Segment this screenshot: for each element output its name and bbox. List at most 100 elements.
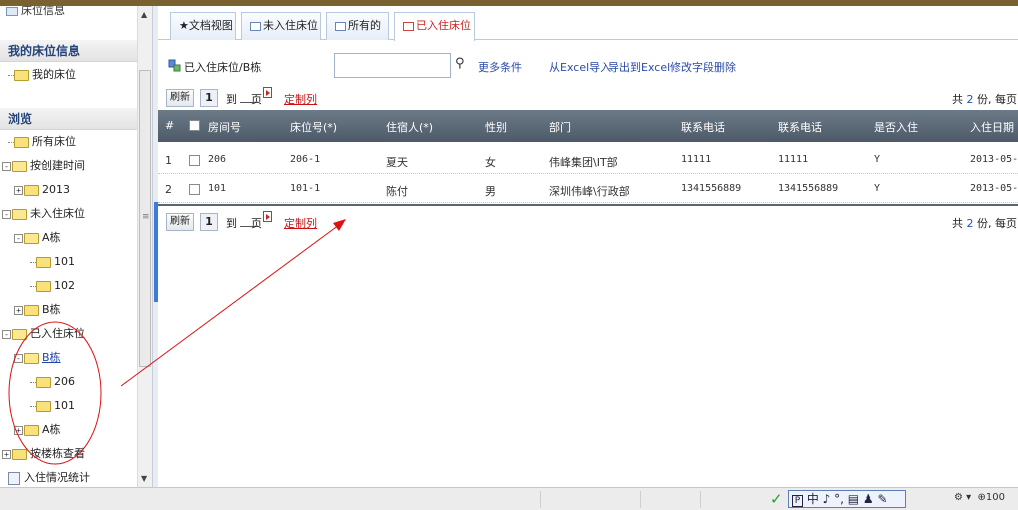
table-row[interactable]: 1 206 206-1 夏天 女 伟峰集团\IT部 11111 11111 Y … (158, 146, 1018, 174)
folder-icon (36, 280, 51, 292)
export-excel-link[interactable]: 导出到Excel (608, 59, 670, 75)
cell-phone-2: 11111 (778, 154, 809, 165)
cell-phone-1: 1341556889 (681, 183, 742, 194)
row-checkbox[interactable] (189, 184, 200, 195)
row-checkbox[interactable] (189, 155, 200, 166)
zoom-control[interactable]: ⚙ ▾ ⊕100 (954, 492, 1005, 503)
expand-icon[interactable]: + (14, 185, 23, 195)
tree-item-building-a[interactable]: - A栋 (14, 229, 61, 247)
left-navigation-panel: 床位信息 我的床位信息 我的床位 浏览 所有床位 - 按创建时间 +2013 -未… (0, 6, 152, 487)
table-row[interactable]: 2 101 101-1 陈付 男 深圳伟峰\行政部 1341556889 134… (158, 175, 1018, 203)
check-icon: ✓ (770, 490, 783, 508)
tab-all[interactable]: 所有的 (326, 12, 389, 40)
column-header-department[interactable]: 部门 (549, 119, 571, 135)
go-page-icon[interactable] (263, 211, 272, 222)
left-panel-scrollbar[interactable]: ▲ ≡ ▼ (137, 6, 152, 487)
tree-item-by-created[interactable]: - 按创建时间 (2, 157, 85, 175)
folder-open-icon (12, 160, 27, 172)
cell-department: 伟峰集团\IT部 (549, 156, 618, 169)
go-page-icon[interactable] (263, 87, 272, 98)
status-divider (540, 491, 541, 508)
refresh-button[interactable]: 刷新 (166, 213, 194, 231)
folder-icon (14, 136, 29, 148)
search-icon[interactable]: ⚲ (455, 56, 465, 71)
ime-toolbar[interactable]: P 中 ♪ °, ▤ ♟ ✎ (788, 490, 906, 508)
expand-icon[interactable]: + (14, 305, 23, 315)
modify-field-link[interactable]: 修改字段 (670, 59, 714, 75)
tree-item-building-b[interactable]: + B栋 (14, 301, 61, 319)
cell-checkin-date: 2013-05-13 (970, 183, 1018, 194)
tree-item-all-beds[interactable]: 所有床位 (8, 133, 76, 151)
my-beds-header[interactable]: 我的床位信息 (0, 40, 137, 62)
status-bar: ✓ P 中 ♪ °, ▤ ♟ ✎ ⚙ ▾ ⊕100 (0, 487, 1018, 510)
current-page: 1 (200, 89, 218, 107)
more-conditions-link[interactable]: 更多条件 (478, 59, 522, 75)
cell-room: 101 (208, 183, 227, 194)
scroll-up-icon[interactable]: ▲ (141, 10, 147, 19)
customize-columns-link[interactable]: 定制列 (284, 91, 317, 107)
cell-gender: 女 (485, 156, 496, 169)
tree-item-occupied-building-b[interactable]: - B栋 (14, 349, 61, 367)
column-header-phone-2[interactable]: 联系电话 (778, 119, 822, 135)
collapse-icon[interactable]: - (2, 161, 11, 171)
cell-index: 2 (165, 183, 172, 196)
column-header-room[interactable]: 房间号 (208, 119, 241, 135)
collapse-icon[interactable]: - (2, 209, 11, 219)
tree-item-room-102[interactable]: 102 (30, 277, 75, 295)
collapse-icon[interactable]: - (2, 329, 11, 339)
status-divider (640, 491, 641, 508)
folder-icon (12, 448, 27, 460)
customize-columns-link[interactable]: 定制列 (284, 215, 317, 231)
cell-occupant: 陈付 (386, 185, 408, 198)
tree-item-bed-info[interactable]: 床位信息 (6, 6, 65, 18)
column-header-checked-in[interactable]: 是否入住 (874, 119, 918, 135)
tree-item-by-building[interactable]: + 按楼栋查看 (2, 445, 85, 463)
tree-item-unoccupied[interactable]: - 未入住床位 (2, 205, 85, 223)
current-page: 1 (200, 213, 218, 231)
collapse-icon[interactable]: - (14, 233, 23, 243)
folder-open-icon (24, 232, 39, 244)
tree-item-occupied-building-a[interactable]: + A栋 (14, 421, 61, 439)
column-header-checkin-date[interactable]: 入住日期 (970, 119, 1014, 135)
goto-label: 到 (226, 217, 237, 230)
column-header-index[interactable]: # (165, 119, 174, 132)
tree-item-2013[interactable]: +2013 (14, 181, 70, 199)
delete-link[interactable]: 删除 (714, 59, 736, 75)
grid-view-icon (403, 21, 414, 31)
browse-header[interactable]: 浏览 (0, 108, 137, 130)
expand-icon[interactable]: + (14, 425, 23, 435)
selected-node-link[interactable]: B栋 (42, 351, 61, 364)
scroll-down-icon[interactable]: ▼ (141, 474, 147, 483)
tree-item-room-101[interactable]: 101 (30, 253, 75, 271)
import-excel-link[interactable]: 从Excel导入 (549, 59, 611, 75)
folder-icon (36, 376, 51, 388)
folder-icon (36, 256, 51, 268)
tree-item-occupied[interactable]: - 已入住床位 (2, 325, 85, 343)
ime-p-icon[interactable]: P (792, 495, 803, 507)
column-header-gender[interactable]: 性别 (485, 119, 507, 135)
collapse-icon[interactable]: - (14, 353, 23, 363)
expand-icon[interactable]: + (2, 449, 11, 459)
total-count: 共 2 份, 每页 (952, 217, 1017, 230)
search-input[interactable] (334, 53, 451, 78)
total-count: 共 2 份, 每页 (952, 93, 1017, 106)
select-all-checkbox[interactable] (189, 120, 200, 131)
column-header-bed[interactable]: 床位号(*) (290, 119, 337, 135)
tree-item-my-beds[interactable]: 我的床位 (8, 66, 76, 84)
tree-item-stats[interactable]: 入住情况统计 (8, 469, 90, 487)
tab-occupied[interactable]: 已入住床位 (394, 12, 475, 41)
refresh-button[interactable]: 刷新 (166, 89, 194, 107)
tree-item-occupied-room-101[interactable]: 101 (30, 397, 75, 415)
cell-phone-2: 1341556889 (778, 183, 839, 194)
cell-department: 深圳伟峰\行政部 (549, 185, 630, 198)
main-content: ★文档视图 未入住床位 所有的 已入住床位 已入住床位/B栋 ⚲ 更多条件 从E… (158, 6, 1018, 487)
folder-icon (14, 69, 29, 81)
cell-occupant: 夏天 (386, 156, 408, 169)
tab-document-view[interactable]: ★文档视图 (170, 12, 236, 40)
tree-item-occupied-room-206[interactable]: 206 (30, 373, 75, 391)
tab-unoccupied[interactable]: 未入住床位 (241, 12, 321, 40)
pager-top: 刷新 1 到 页 定制列 共 2 份, 每页 (158, 84, 1018, 110)
column-header-occupant[interactable]: 住宿人(*) (386, 119, 433, 135)
column-header-phone-1[interactable]: 联系电话 (681, 119, 725, 135)
toolbar: 已入住床位/B栋 ⚲ 更多条件 从Excel导入 导出到Excel 修改字段 删… (158, 50, 1018, 80)
